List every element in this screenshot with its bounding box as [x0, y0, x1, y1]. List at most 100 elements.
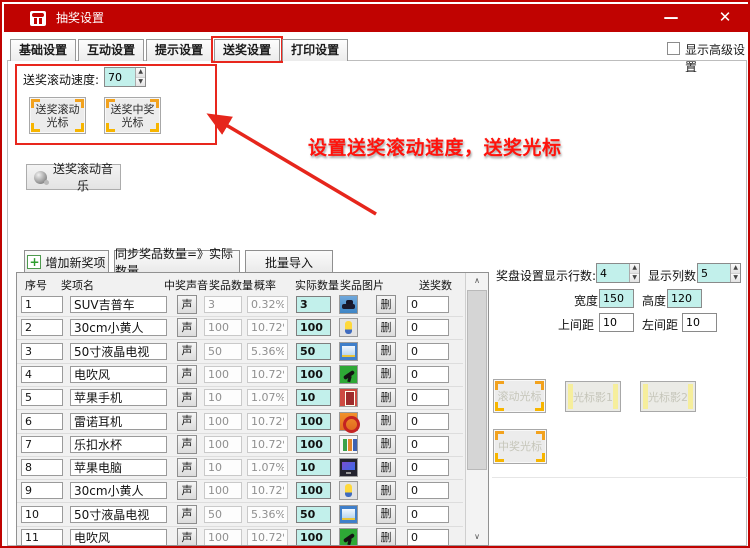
- row-no-input[interactable]: [21, 529, 63, 546]
- given-count-input[interactable]: [407, 482, 449, 499]
- given-count-input[interactable]: [407, 343, 449, 360]
- prize-qty-input[interactable]: [204, 366, 242, 383]
- probability-input[interactable]: [247, 506, 288, 523]
- delete-image-button[interactable]: 删: [376, 295, 396, 314]
- actual-qty-input[interactable]: [296, 482, 331, 499]
- height-input[interactable]: [667, 289, 702, 308]
- win-sound-button[interactable]: 声: [177, 412, 197, 431]
- prize-roll-music-button[interactable]: 送奖滚动音乐: [26, 164, 121, 190]
- probability-input[interactable]: [247, 436, 288, 453]
- row-no-input[interactable]: [21, 482, 63, 499]
- row-no-input[interactable]: [21, 296, 63, 313]
- delete-image-button[interactable]: 删: [376, 458, 396, 477]
- actual-qty-input[interactable]: [296, 343, 331, 360]
- left-gap-input[interactable]: [682, 313, 717, 332]
- tab-prompt-settings[interactable]: 提示设置: [146, 39, 212, 61]
- spin-down-icon[interactable]: ▼: [731, 274, 740, 283]
- delete-image-button[interactable]: 删: [376, 505, 396, 524]
- spin-up-icon[interactable]: ▲: [731, 264, 740, 274]
- given-count-input[interactable]: [407, 413, 449, 430]
- row-no-input[interactable]: [21, 436, 63, 453]
- prize-image[interactable]: [339, 342, 358, 361]
- top-gap-input[interactable]: [599, 313, 634, 332]
- prize-qty-input[interactable]: [204, 343, 242, 360]
- row-no-input[interactable]: [21, 366, 63, 383]
- win-sound-button[interactable]: 声: [177, 458, 197, 477]
- prize-name-input[interactable]: [70, 389, 167, 406]
- prize-name-input[interactable]: [70, 343, 167, 360]
- prize-image[interactable]: [339, 365, 358, 384]
- actual-qty-input[interactable]: [296, 389, 331, 406]
- prize-image[interactable]: [339, 528, 358, 546]
- win-sound-button[interactable]: 声: [177, 481, 197, 500]
- prize-image[interactable]: [339, 458, 358, 477]
- prize-name-input[interactable]: [70, 413, 167, 430]
- scroll-up-icon[interactable]: ∧: [466, 273, 488, 289]
- prize-name-input[interactable]: [70, 296, 167, 313]
- actual-qty-input[interactable]: [296, 319, 331, 336]
- row-no-input[interactable]: [21, 413, 63, 430]
- prize-qty-input[interactable]: [204, 389, 242, 406]
- prize-qty-input[interactable]: [204, 436, 242, 453]
- row-no-input[interactable]: [21, 319, 63, 336]
- win-cursor-button[interactable]: 中奖光标: [493, 429, 547, 464]
- delete-image-button[interactable]: 删: [376, 388, 396, 407]
- win-sound-button[interactable]: 声: [177, 295, 197, 314]
- probability-input[interactable]: [247, 482, 288, 499]
- prize-name-input[interactable]: [70, 482, 167, 499]
- delete-image-button[interactable]: 删: [376, 365, 396, 384]
- given-count-input[interactable]: [407, 506, 449, 523]
- win-sound-button[interactable]: 声: [177, 342, 197, 361]
- prize-name-input[interactable]: [70, 506, 167, 523]
- prize-qty-input[interactable]: [204, 296, 242, 313]
- actual-qty-input[interactable]: [296, 459, 331, 476]
- given-count-input[interactable]: [407, 319, 449, 336]
- prize-qty-input[interactable]: [204, 319, 242, 336]
- probability-input[interactable]: [247, 529, 288, 546]
- prize-image[interactable]: [339, 412, 358, 431]
- prize-name-input[interactable]: [70, 436, 167, 453]
- prize-image[interactable]: [339, 481, 358, 500]
- spin-up-icon[interactable]: ▲: [136, 68, 145, 78]
- given-count-input[interactable]: [407, 436, 449, 453]
- tab-basic-settings[interactable]: 基础设置: [10, 39, 76, 61]
- actual-qty-input[interactable]: [296, 529, 331, 546]
- actual-qty-input[interactable]: [296, 366, 331, 383]
- probability-input[interactable]: [247, 413, 288, 430]
- table-scrollbar[interactable]: ∧ ∨: [465, 273, 488, 545]
- prize-image[interactable]: [339, 505, 358, 524]
- actual-qty-input[interactable]: [296, 413, 331, 430]
- given-count-input[interactable]: [407, 366, 449, 383]
- prize-name-input[interactable]: [70, 529, 167, 546]
- delete-image-button[interactable]: 删: [376, 412, 396, 431]
- win-sound-button[interactable]: 声: [177, 528, 197, 546]
- tab-print-settings[interactable]: 打印设置: [282, 39, 348, 61]
- given-count-input[interactable]: [407, 459, 449, 476]
- scrollbar-thumb[interactable]: [467, 290, 487, 470]
- delete-image-button[interactable]: 删: [376, 318, 396, 337]
- given-count-input[interactable]: [407, 296, 449, 313]
- win-sound-button[interactable]: 声: [177, 505, 197, 524]
- width-input[interactable]: [599, 289, 634, 308]
- row-no-input[interactable]: [21, 459, 63, 476]
- spin-down-icon[interactable]: ▼: [630, 274, 639, 283]
- probability-input[interactable]: [247, 389, 288, 406]
- delete-image-button[interactable]: 删: [376, 435, 396, 454]
- prize-qty-input[interactable]: [204, 459, 242, 476]
- prize-roll-cursor-button[interactable]: 送奖滚动 光标: [29, 97, 86, 134]
- cursor-shadow2-button[interactable]: 光标影2: [640, 381, 696, 412]
- spin-down-icon[interactable]: ▼: [136, 78, 145, 87]
- close-button[interactable]: ✕: [710, 4, 740, 32]
- prize-name-input[interactable]: [70, 459, 167, 476]
- actual-qty-input[interactable]: [296, 506, 331, 523]
- prize-qty-input[interactable]: [204, 413, 242, 430]
- scroll-down-icon[interactable]: ∨: [466, 529, 488, 545]
- display-rows-input[interactable]: [597, 264, 629, 282]
- scroll-cursor-button[interactable]: 滚动光标: [493, 379, 546, 413]
- scroll-speed-input[interactable]: [105, 68, 135, 86]
- batch-import-tab[interactable]: 批量导入: [245, 250, 333, 273]
- probability-input[interactable]: [247, 319, 288, 336]
- prize-win-cursor-button[interactable]: 送奖中奖 光标: [104, 97, 161, 134]
- prize-image[interactable]: [339, 435, 358, 454]
- display-cols-input[interactable]: [698, 264, 730, 282]
